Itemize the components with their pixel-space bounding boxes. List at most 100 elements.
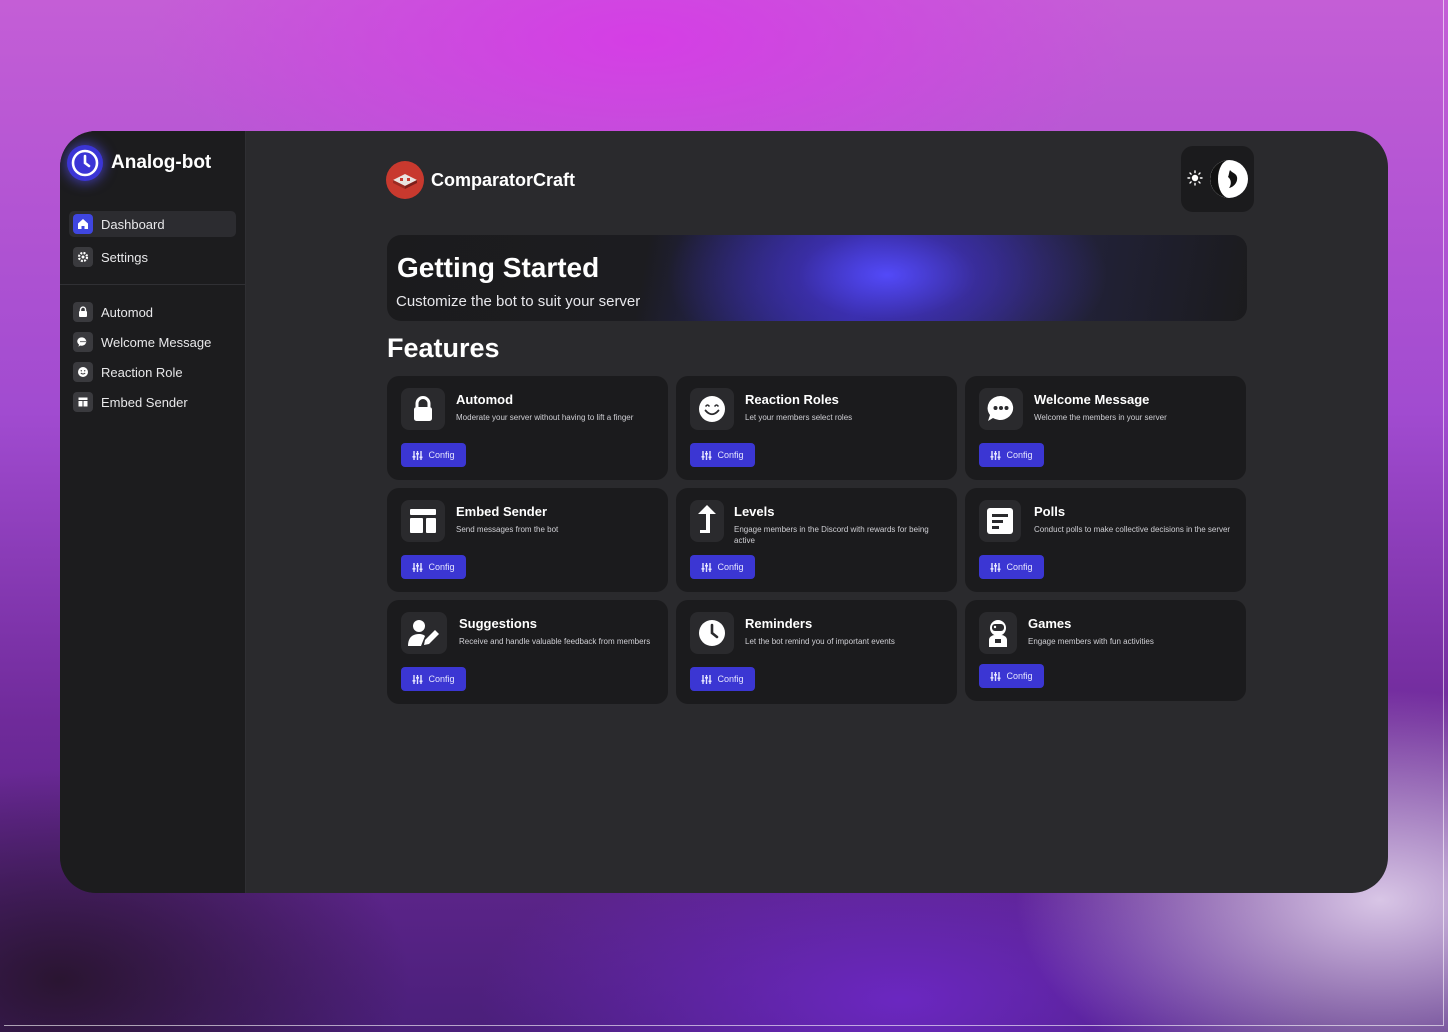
features-title: Features: [387, 333, 500, 363]
getting-started-banner: Getting Started Customize the bot to sui…: [387, 235, 1247, 321]
config-button[interactable]: Config: [690, 555, 755, 579]
config-button[interactable]: Config: [401, 443, 466, 467]
config-label: Config: [717, 450, 744, 460]
sliders-icon: [412, 674, 423, 684]
feature-description: Engage members with fun activities: [1028, 637, 1154, 646]
sidebar-item-label: Dashboard: [101, 216, 165, 232]
feature-card-text: Levels Engage members in the Discord wit…: [734, 504, 949, 546]
lock-icon: [73, 302, 93, 322]
feature-card-suggestions: Suggestions Receive and handle valuable …: [387, 600, 668, 704]
poll-icon: [979, 500, 1021, 542]
chat-bubble-icon: [979, 388, 1023, 430]
sidebar-item-automod[interactable]: Automod: [69, 299, 236, 325]
banner-title: Getting Started: [397, 252, 600, 283]
feature-name: Polls: [1034, 504, 1066, 519]
feature-description: Let your members select roles: [745, 413, 853, 422]
config-button[interactable]: Config: [401, 555, 466, 579]
feature-card-text: Automod Moderate your server without hav…: [456, 392, 660, 423]
server-name: ComparatorCraft: [431, 169, 576, 190]
server-header: ComparatorCraft: [386, 161, 575, 199]
feature-card-polls: Polls Conduct polls to make collective d…: [965, 488, 1246, 592]
config-label: Config: [717, 674, 744, 684]
feature-name: Games: [1028, 616, 1072, 631]
features-grid: Automod Moderate your server without hav…: [387, 376, 1247, 704]
sliders-icon: [990, 671, 1001, 681]
sliders-icon: [701, 674, 712, 684]
user-edit-icon: [401, 612, 447, 654]
home-icon: [73, 214, 93, 234]
feature-description: Conduct polls to make collective decisio…: [1034, 525, 1231, 534]
feature-card-embed-sender: Embed Sender Send messages from the bot …: [387, 488, 668, 592]
config-button[interactable]: Config: [979, 664, 1044, 688]
feature-name: Suggestions: [459, 616, 538, 631]
feature-card-text: Reminders Let the bot remind you of impo…: [745, 616, 949, 647]
feature-card-text: Games Engage members with fun activities: [1028, 616, 1238, 647]
feature-description: Welcome the members in your server: [1034, 413, 1167, 422]
server-icon[interactable]: [386, 161, 424, 199]
sliders-icon: [990, 562, 1001, 572]
sidebar-feature-nav: Automod Welcome Message Reaction Role Em…: [60, 299, 245, 415]
feature-card-reminders: Reminders Let the bot remind you of impo…: [676, 600, 957, 704]
main-content: ComparatorCraft Getting Started Customiz…: [246, 131, 1388, 893]
sidebar-item-label: Embed Sender: [101, 394, 188, 410]
config-label: Config: [428, 674, 455, 684]
brand[interactable]: Analog-bot: [60, 137, 245, 189]
feature-card-levels: Levels Engage members in the Discord wit…: [676, 488, 957, 592]
feature-card-text: Embed Sender Send messages from the bot: [456, 504, 660, 535]
config-button[interactable]: Config: [690, 667, 755, 691]
feature-name: Reaction Roles: [745, 392, 839, 407]
config-button[interactable]: Config: [401, 667, 466, 691]
astronaut-icon: [979, 612, 1017, 654]
config-button[interactable]: Config: [690, 443, 755, 467]
sidebar-item-welcome-message[interactable]: Welcome Message: [69, 329, 236, 355]
theme-toggle[interactable]: [1181, 146, 1254, 212]
sliders-icon: [701, 450, 712, 460]
sidebar-item-label: Settings: [101, 249, 148, 265]
feature-description: Let the bot remind you of important even…: [745, 637, 895, 646]
config-label: Config: [1006, 671, 1033, 681]
chat-bubble-icon: [73, 332, 93, 352]
config-label: Config: [428, 562, 455, 572]
sliders-icon: [701, 562, 712, 572]
feature-card-reaction-roles: Reaction Roles Let your members select r…: [676, 376, 957, 480]
sidebar-item-label: Automod: [101, 304, 154, 320]
feature-description: Engage members in the Discord with rewar…: [734, 525, 929, 545]
config-button[interactable]: Config: [979, 555, 1044, 579]
config-label: Config: [1006, 562, 1033, 572]
lock-icon: [401, 388, 445, 430]
sidebar-item-settings[interactable]: Settings: [69, 244, 236, 270]
feature-name: Reminders: [745, 616, 813, 631]
feature-name: Embed Sender: [456, 504, 548, 519]
feature-card-text: Polls Conduct polls to make collective d…: [1034, 504, 1238, 535]
sidebar-item-reaction-role[interactable]: Reaction Role: [69, 359, 236, 385]
sidebar: Analog-bot Dashboard Settings Automod We…: [60, 131, 246, 893]
smiley-icon: [690, 388, 734, 430]
sidebar-main-nav: Dashboard Settings: [60, 211, 245, 270]
feature-card-text: Welcome Message Welcome the members in y…: [1034, 392, 1238, 423]
sidebar-divider: [60, 284, 245, 285]
smiley-icon: [73, 362, 93, 382]
app-window: Analog-bot Dashboard Settings Automod We…: [60, 131, 1388, 893]
sliders-icon: [412, 562, 423, 572]
arrow-up-icon: [690, 500, 724, 542]
feature-description: Moderate your server without having to l…: [456, 413, 634, 422]
feature-description: Send messages from the bot: [456, 525, 559, 534]
feature-card-text: Reaction Roles Let your members select r…: [745, 392, 949, 423]
sidebar-item-embed-sender[interactable]: Embed Sender: [69, 389, 236, 415]
feature-card-welcome-message: Welcome Message Welcome the members in y…: [965, 376, 1246, 480]
config-button[interactable]: Config: [979, 443, 1044, 467]
layout-icon: [73, 392, 93, 412]
sidebar-item-dashboard[interactable]: Dashboard: [69, 211, 236, 237]
config-label: Config: [428, 450, 455, 460]
feature-name: Welcome Message: [1034, 392, 1150, 407]
moon-icon: [1210, 160, 1248, 198]
clock-icon: [690, 612, 734, 654]
gear-icon: [73, 247, 93, 267]
sidebar-item-label: Reaction Role: [101, 364, 183, 380]
feature-name: Automod: [456, 392, 514, 407]
feature-card-games: Games Engage members with fun activities…: [965, 600, 1246, 701]
app-name: Analog-bot: [111, 152, 212, 173]
feature-description: Receive and handle valuable feedback fro…: [459, 637, 651, 646]
sidebar-item-label: Welcome Message: [101, 334, 212, 350]
feature-card-automod: Automod Moderate your server without hav…: [387, 376, 668, 480]
